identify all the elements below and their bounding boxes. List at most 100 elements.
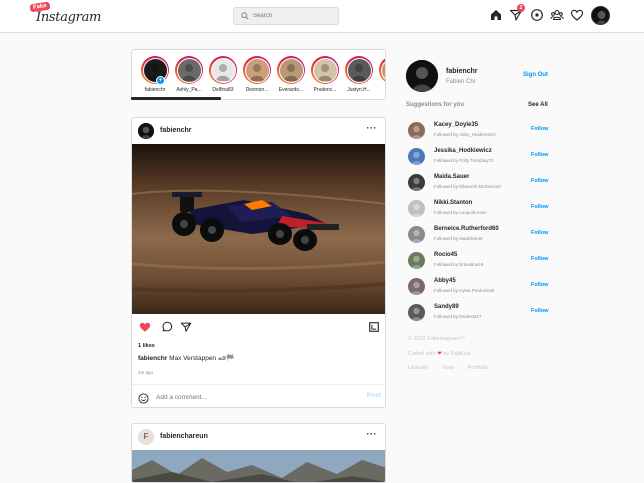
save-bookmark-icon[interactable] [368, 320, 380, 338]
search-input[interactable] [253, 10, 333, 22]
post-image-landscape[interactable] [132, 450, 385, 482]
suggestion-avatar[interactable] [408, 200, 425, 217]
suggestion-avatar[interactable] [408, 226, 425, 243]
post-options-icon[interactable]: ··· [367, 123, 378, 133]
home-icon[interactable] [489, 8, 503, 22]
story-item[interactable]: Prudenc... [308, 56, 342, 93]
coded-prefix: Coded with [408, 351, 436, 357]
suggestion-username[interactable]: Sandy89 [434, 304, 459, 310]
post-comment-button[interactable]: Post [367, 392, 381, 399]
suggestions-title: Suggestions for you [406, 102, 465, 108]
story-item[interactable]: + fabienchr [138, 56, 172, 93]
post-author-avatar[interactable] [138, 123, 154, 139]
story-username: Ashly_Pa... [176, 87, 202, 93]
follow-button[interactable]: Follow [531, 152, 548, 158]
follow-button[interactable]: Follow [531, 204, 548, 210]
suggestion-avatar[interactable] [408, 122, 425, 139]
post-timestamp: 1m ago [138, 370, 154, 375]
follow-button[interactable]: Follow [531, 282, 548, 288]
current-username[interactable]: fabienchr [446, 68, 478, 75]
share-icon[interactable] [180, 320, 192, 338]
create-post-icon[interactable] [530, 8, 544, 22]
suggestion-row: Maida.Sauer Followed by Ellsworth.McDermo… [408, 172, 552, 192]
suggestion-row: Kacey_Doyle35 Followed by Abby_Heidenreic… [408, 120, 552, 140]
footer-links: Linkedin Insta Portfolio [408, 365, 500, 371]
follow-button[interactable]: Follow [531, 178, 548, 184]
suggestion-username[interactable]: Maida.Sauer [434, 174, 469, 180]
post-image-f1-car[interactable] [132, 144, 385, 314]
stories-scrollbar[interactable] [131, 97, 221, 100]
suggestion-username[interactable]: Jessika_Hodkiewicz [434, 148, 492, 154]
story-avatar [244, 57, 270, 83]
suggestion-followed-by: Followed by Madeline40 [434, 236, 483, 241]
story-item[interactable]: Desmon... [240, 56, 274, 93]
suggestion-avatar[interactable] [408, 278, 425, 295]
suggestion-username[interactable]: Abby45 [434, 278, 456, 284]
add-story-plus-icon[interactable]: + [156, 76, 165, 85]
suggestion-row: Nikki.Stanton Followed by Leopold.Koss Fol… [408, 198, 552, 218]
profile-avatar[interactable] [591, 6, 610, 25]
emoji-smiley-icon[interactable] [138, 391, 149, 407]
story-avatar [210, 57, 236, 83]
coded-with-credit: Coded with ❤ by FabKaiz [408, 351, 471, 357]
suggestion-row: Sandy89 Followed by Modesta17 Follow [408, 302, 552, 322]
direct-message-icon[interactable]: 2 [509, 4, 525, 22]
suggestion-row: Abby45 Followed by Kylee.Predovic86 Follow [408, 276, 552, 296]
story-item[interactable]: Everardo... [274, 56, 308, 93]
story-item[interactable]: Justyn.H... [342, 56, 376, 93]
likes-count[interactable]: 1 likes [138, 343, 155, 349]
follow-button[interactable]: Follow [531, 308, 548, 314]
logo[interactable]: Fake Instagram [29, 1, 101, 29]
coded-suffix[interactable]: by FabKaiz [443, 351, 471, 357]
footer-link-portfolio[interactable]: Portfolio [468, 365, 488, 371]
like-heart-icon[interactable] [139, 320, 151, 338]
story-ring [209, 56, 237, 84]
story-avatar [380, 57, 385, 83]
story-ring [175, 56, 203, 84]
suggestion-avatar[interactable] [408, 148, 425, 165]
suggestion-followed-by: Followed by Ellsworth.McDermott [434, 184, 501, 189]
add-comment-input[interactable] [156, 391, 346, 403]
suggestion-username[interactable]: Kacey_Doyle35 [434, 122, 478, 128]
suggestion-username[interactable]: Berneice.Rutherford60 [434, 226, 499, 232]
activity-heart-icon[interactable] [570, 8, 584, 22]
follow-button[interactable]: Follow [531, 256, 548, 262]
suggestion-avatar[interactable] [408, 304, 425, 321]
post-card: F fabienchareun ··· [131, 423, 386, 483]
explore-icon[interactable] [550, 8, 564, 22]
suggestion-followed-by: Followed by Leopold.Koss [434, 210, 487, 215]
post-header: fabienchr ··· [132, 118, 385, 144]
current-user-avatar[interactable] [406, 60, 438, 92]
post-author-username[interactable]: fabienchr [160, 127, 192, 134]
story-avatar [278, 57, 304, 83]
suggestion-username[interactable]: Nikki.Stanton [434, 200, 472, 206]
post-header: F fabienchareun ··· [132, 424, 385, 450]
footer-link-linkedin[interactable]: Linkedin [408, 365, 429, 371]
search-box[interactable] [233, 7, 339, 25]
footer-link-insta[interactable]: Insta [442, 365, 454, 371]
caption-username[interactable]: fabienchr [138, 355, 167, 362]
post-author-username[interactable]: fabienchareun [160, 433, 208, 440]
current-fullname: Fabien Chr [446, 79, 476, 85]
suggestion-row: Berneice.Rutherford60 Followed by Madelin… [408, 224, 552, 244]
suggestion-row: Jessika_Hodkiewicz Followed by Polly.Trem… [408, 146, 552, 166]
post-options-icon[interactable]: ··· [367, 429, 378, 439]
follow-button[interactable]: Follow [531, 230, 548, 236]
suggestion-username[interactable]: Rocio45 [434, 252, 457, 258]
story-item[interactable]: Am... [376, 56, 385, 93]
post-actions [132, 314, 385, 338]
comment-bar: Post [132, 384, 385, 407]
suggestion-followed-by: Followed by Modesta17 [434, 314, 482, 319]
suggestion-avatar[interactable] [408, 174, 425, 191]
follow-button[interactable]: Follow [531, 126, 548, 132]
suggestion-avatar[interactable] [408, 252, 425, 269]
story-username: Everardo... [278, 87, 304, 93]
comment-icon[interactable] [161, 320, 173, 338]
story-ring [345, 56, 373, 84]
story-item[interactable]: Delfina83 [206, 56, 240, 93]
post-author-avatar[interactable]: F [138, 429, 154, 445]
story-ring [243, 56, 271, 84]
story-item[interactable]: Ashly_Pa... [172, 56, 206, 93]
sign-out-button[interactable]: Sign Out [523, 72, 548, 78]
see-all-link[interactable]: See All [528, 102, 548, 108]
